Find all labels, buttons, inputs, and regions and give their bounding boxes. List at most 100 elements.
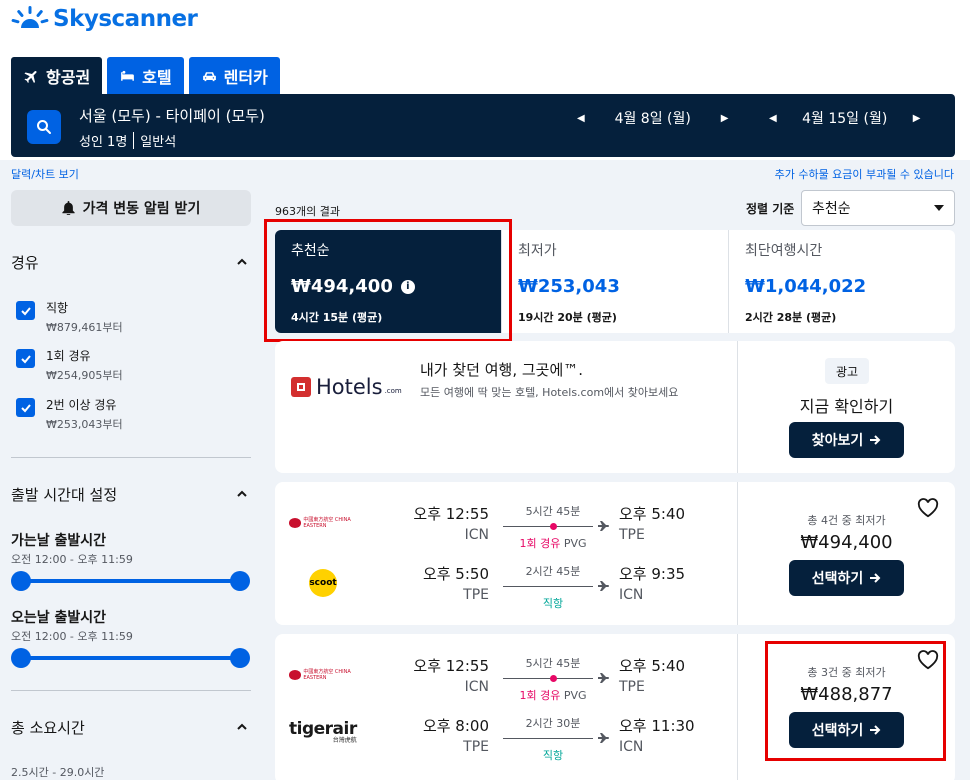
china-eastern-symbol <box>289 670 302 680</box>
stops-option-price: ₩253,043부터 <box>46 418 123 431</box>
arrival-airport: ICN <box>619 587 644 603</box>
tigerair-wordmark: tigerair <box>289 719 357 739</box>
chevron-up-icon[interactable] <box>236 256 248 268</box>
result-count: 963개의 결과 <box>275 205 340 218</box>
sort-select[interactable]: 추천순 <box>801 190 955 226</box>
price-alert-button[interactable]: 가격 변동 알림 받기 <box>11 190 251 226</box>
hotels-ad-card[interactable]: Hotels .com 내가 찾던 여행, 그곳에™. 모든 여행에 딱 맞는 … <box>275 341 955 473</box>
checkbox[interactable] <box>16 349 35 368</box>
tab-hotels[interactable]: 호텔 <box>107 57 184 95</box>
passenger-summary[interactable]: 성인 1명 일반석 <box>79 131 176 150</box>
slider-max-handle[interactable] <box>230 648 250 668</box>
slider-max-handle[interactable] <box>230 571 250 591</box>
via-airport: PVG <box>563 537 587 550</box>
ad-find-button[interactable]: 찾아보기 <box>789 422 904 458</box>
cabin-class: 일반석 <box>140 135 177 150</box>
extra-fees-link[interactable]: 추가 수하물 요금이 부과될 수 있습니다 <box>775 166 954 182</box>
airline-logo-china-eastern: 中國東方航空 CHINA EASTERN <box>289 661 359 689</box>
plane-icon <box>24 70 37 83</box>
china-eastern-wordmark: 中國東方航空 CHINA EASTERN <box>303 669 351 681</box>
divider <box>11 457 251 458</box>
passenger-count: 성인 1명 <box>79 135 128 150</box>
slider-track <box>21 656 241 660</box>
arrival-airport: TPE <box>619 527 645 543</box>
hotels-logo-mark <box>291 377 311 397</box>
departure-time: 오후 5:50 <box>422 565 489 583</box>
stops-info: 1회 경유 PVG <box>503 687 603 703</box>
arrival-airport: TPE <box>619 679 645 695</box>
leg-duration: 5시간 45분 <box>525 657 581 670</box>
outbound-time-slider[interactable] <box>11 571 250 591</box>
checkbox[interactable] <box>16 301 35 320</box>
route-line <box>503 581 609 593</box>
price-pane: 총 4건 중 최저가 ₩494,400 선택하기 <box>737 482 955 625</box>
route-line-bar <box>503 738 593 739</box>
leg-duration: 2시간 30분 <box>525 717 581 730</box>
chevron-up-icon[interactable] <box>236 488 248 500</box>
route-line <box>503 673 609 685</box>
car-icon <box>202 71 216 81</box>
stops-count: 직항 <box>542 749 564 762</box>
outbound-time-range: 오전 12:00 - 오후 11:59 <box>11 553 133 566</box>
sort-label: 정렬 기준 <box>746 202 795 216</box>
prev-depart-date-button[interactable]: ◀ <box>577 113 585 124</box>
next-return-date-button[interactable]: ▶ <box>913 113 921 124</box>
calendar-chart-link[interactable]: 달력/차트 보기 <box>11 166 79 182</box>
brand-name: Skyscanner <box>53 6 198 32</box>
tab-flights-label: 항공권 <box>46 68 91 87</box>
bell-icon <box>62 201 75 215</box>
search-button[interactable] <box>27 110 61 144</box>
inbound-time-title: 오는날 출발시간 <box>11 610 107 626</box>
deal-count: 총 4건 중 최저가 <box>807 514 886 527</box>
next-depart-date-button[interactable]: ▶ <box>721 113 729 124</box>
china-eastern-logo: 中國東方航空 CHINA EASTERN <box>289 517 359 529</box>
departure-airport: ICN <box>464 679 489 695</box>
select-button[interactable]: 선택하기 <box>789 560 904 596</box>
outbound-time-title: 가는날 출발시간 <box>11 533 107 549</box>
sort-tab-name: 최단여행시간 <box>745 243 823 259</box>
via-airport: PVG <box>563 689 587 702</box>
skyscanner-logo[interactable]: Skyscanner <box>11 6 198 32</box>
slider-track <box>21 579 241 583</box>
arrow-right-icon <box>870 435 881 445</box>
arrival-time: 오후 9:35 <box>619 565 686 583</box>
departure-time: 오후 8:00 <box>422 717 489 735</box>
sunrise-icon <box>11 6 49 28</box>
prev-return-date-button[interactable]: ◀ <box>769 113 777 124</box>
sort-tab-cheapest[interactable]: 최저가 ₩253,043 19시간 20분 (평균) <box>502 230 729 333</box>
duration-range: 2.5시간 - 29.0시간 <box>11 766 105 779</box>
ad-cta-text: 지금 확인하기 <box>799 397 894 416</box>
chevron-up-icon[interactable] <box>236 721 248 733</box>
search-summary-bar[interactable]: 서울 (모두) - 타이페이 (모두) 성인 1명 일반석 ◀ 4월 8일 (월… <box>11 94 955 157</box>
leg-duration-info: 2시간 45분 직항 <box>503 563 609 611</box>
arrow-right-icon <box>870 573 881 583</box>
duration-filter-title: 총 소요시간 <box>11 719 85 737</box>
flight-result-card[interactable]: 中國東方航空 CHINA EASTERN 오후 12:55 ICN 5시간 45… <box>275 482 955 625</box>
arrival-time: 오후 11:30 <box>619 717 695 735</box>
tab-flights[interactable]: 항공권 <box>11 57 103 95</box>
sort-tab-price: ₩1,044,022 <box>745 276 867 297</box>
leg-duration-info: 5시간 45분 1회 경유 PVG <box>503 655 609 703</box>
slider-min-handle[interactable] <box>11 648 31 668</box>
slider-min-handle[interactable] <box>11 571 31 591</box>
leg-duration-info: 5시간 45분 1회 경유 PVG <box>503 503 609 551</box>
search-icon <box>37 120 51 134</box>
tab-cars[interactable]: 렌터카 <box>188 57 280 95</box>
outbound-leg: 中國東方航空 CHINA EASTERN 오후 12:55 ICN 5시간 45… <box>275 655 737 705</box>
depart-date[interactable]: 4월 8일 (월) <box>585 108 721 128</box>
tigerair-logo: tigerair 台灣虎航 <box>289 719 357 747</box>
leg-duration: 2시간 45분 <box>525 565 581 578</box>
arrival-time: 오후 5:40 <box>619 505 686 523</box>
tab-cars-label: 렌터카 <box>223 68 268 87</box>
depart-date-control: ◀ 4월 8일 (월) ▶ <box>577 108 728 128</box>
route-text[interactable]: 서울 (모두) - 타이페이 (모두) <box>79 105 265 126</box>
departure-time-filter-title: 출발 시간대 설정 <box>11 486 118 504</box>
china-eastern-symbol <box>289 518 302 528</box>
return-date[interactable]: 4월 15일 (월) <box>777 108 913 128</box>
sort-tab-fastest[interactable]: 최단여행시간 ₩1,044,022 2시간 28분 (평균) <box>729 230 955 333</box>
checkbox[interactable] <box>16 398 35 417</box>
scoot-logo: scoot <box>309 569 337 597</box>
departure-time: 오후 12:55 <box>413 657 489 675</box>
inbound-time-slider[interactable] <box>11 648 250 668</box>
highlight-box <box>264 219 512 342</box>
